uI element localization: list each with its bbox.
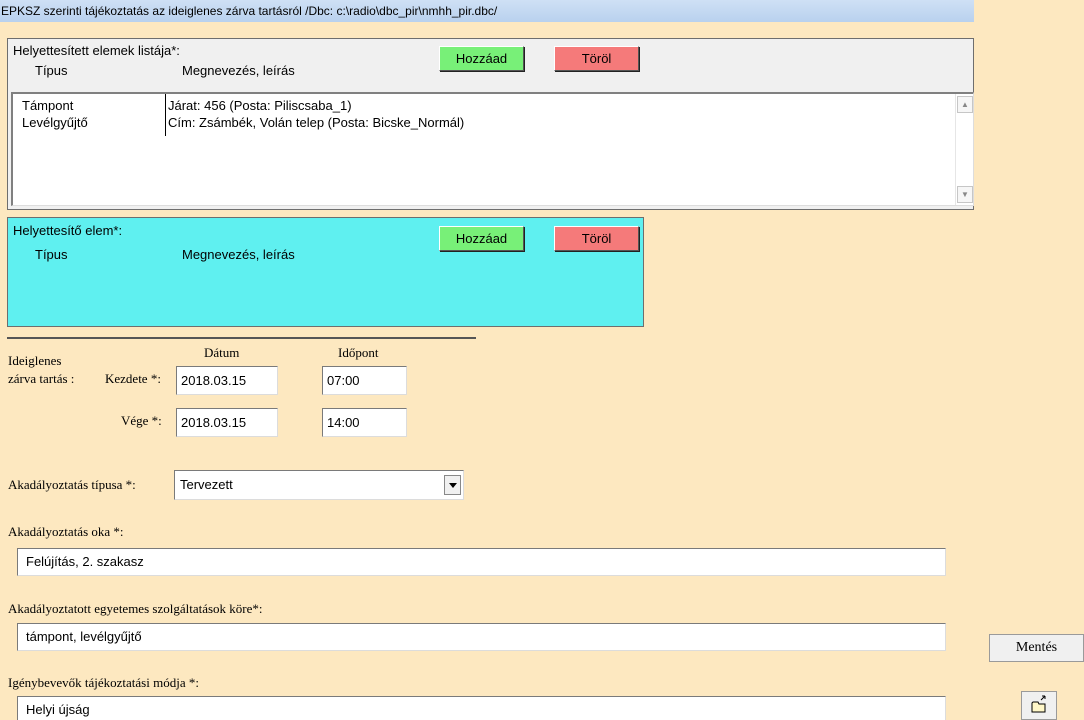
section-divider (7, 337, 476, 339)
save-button[interactable]: Mentés (989, 634, 1084, 662)
open-folder-button[interactable] (1021, 691, 1057, 720)
time-column-header: Időpont (338, 345, 379, 360)
replaced-elements-list[interactable]: Támpont Járat: 456 (Posta: Piliscsaba_1)… (11, 92, 974, 206)
list-scrollbar[interactable]: ▲ ▼ (955, 94, 973, 205)
row-description: Járat: 456 (Posta: Piliscsaba_1) (168, 98, 352, 113)
notification-method-label: Igénybevevők tájékoztatási módja *: (8, 675, 199, 690)
column-separator (165, 94, 166, 136)
obstruction-type-label: Akadályoztatás típusa *: (8, 477, 136, 492)
date-column-header: Dátum (204, 345, 240, 360)
replaced-elements-heading: Helyettesített elemek listája*: (13, 43, 180, 58)
row-type: Támpont (22, 98, 74, 113)
affected-services-input[interactable]: támpont, levélgyűjtő (17, 623, 946, 651)
start-label: Kezdete *: (105, 371, 161, 386)
end-time-input[interactable]: 14:00 (322, 408, 407, 437)
scroll-up-icon[interactable]: ▲ (957, 96, 973, 113)
end-date-input[interactable]: 2018.03.15 (176, 408, 278, 437)
scroll-down-icon[interactable]: ▼ (957, 186, 973, 203)
start-date-input[interactable]: 2018.03.15 (176, 366, 278, 395)
start-time-input[interactable]: 07:00 (322, 366, 407, 395)
open-folder-icon (1031, 695, 1046, 713)
obstruction-reason-label: Akadályoztatás oka *: (8, 524, 124, 539)
row-description: Cím: Zsámbék, Volán telep (Posta: Bicske… (168, 115, 465, 130)
replaced-type-header: Típus (35, 63, 68, 78)
replacement-add-button[interactable]: Hozzáad (439, 226, 524, 251)
window-title: EPKSZ szerinti tájékoztatás az ideiglene… (0, 0, 974, 22)
end-label: Vége *: (121, 413, 162, 428)
closure-label-line2: zárva tartás : (8, 371, 75, 386)
obstruction-type-select[interactable]: Tervezett (174, 470, 464, 500)
replaced-delete-button[interactable]: Töröl (554, 46, 639, 71)
replacement-element-heading: Helyettesítő elem*: (13, 223, 123, 238)
replacement-type-header: Típus (35, 247, 68, 262)
row-type: Levélgyűjtő (22, 115, 88, 130)
replaced-add-button[interactable]: Hozzáad (439, 46, 524, 71)
replacement-name-header: Megnevezés, leírás (182, 247, 295, 262)
obstruction-type-value: Tervezett (180, 477, 233, 492)
affected-services-label: Akadályoztatott egyetemes szolgáltatások… (8, 601, 263, 616)
notification-method-input[interactable]: Helyi újság (17, 696, 946, 720)
chevron-down-icon[interactable] (444, 475, 461, 495)
obstruction-reason-input[interactable]: Felújítás, 2. szakasz (17, 548, 946, 576)
closure-label-line1: Ideiglenes (8, 353, 62, 368)
replacement-delete-button[interactable]: Töröl (554, 226, 639, 251)
replaced-name-header: Megnevezés, leírás (182, 63, 295, 78)
